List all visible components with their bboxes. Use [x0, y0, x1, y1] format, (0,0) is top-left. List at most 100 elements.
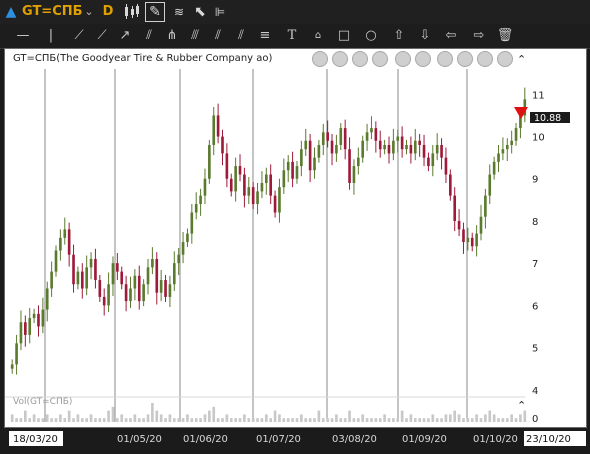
volume-bar — [435, 418, 439, 422]
cursor-line-icon[interactable]: — — [14, 27, 32, 45]
candle-body — [348, 149, 351, 183]
pitchfork-icon[interactable]: ⋔ — [163, 27, 181, 45]
chevron-down-icon[interactable]: ⌄ — [82, 0, 96, 24]
zoom-in-icon[interactable] — [395, 51, 411, 67]
volume-bar — [247, 418, 251, 422]
volume-bar — [269, 418, 273, 422]
volume-bar — [155, 410, 159, 422]
candlestick-icon[interactable] — [122, 0, 142, 24]
candle-body — [427, 157, 430, 167]
candle-body — [497, 153, 500, 162]
zoom-fit-icon[interactable] — [437, 51, 453, 67]
candle-body — [256, 191, 259, 205]
indicator-icon[interactable]: ≋ — [169, 0, 189, 24]
volume-bar — [357, 418, 360, 422]
volume-bar — [133, 414, 137, 422]
y-tick-label: 6 — [532, 301, 538, 312]
volume-bar — [221, 418, 224, 422]
arrow-left-icon[interactable]: ⇦ — [442, 27, 460, 45]
triangle-up-icon[interactable]: ▲ — [4, 0, 18, 24]
volume-bar — [488, 410, 492, 422]
volume-bar — [98, 418, 102, 422]
ray-icon[interactable]: ⟋ — [93, 27, 111, 45]
volume-bar — [431, 414, 435, 422]
channel-icon[interactable]: ⫽ — [232, 27, 250, 45]
trend-line-icon[interactable]: ⟋ — [70, 27, 88, 45]
settings-icon[interactable]: ⊫ — [211, 0, 229, 24]
y-tick-label: 9 — [532, 175, 538, 186]
cursor-icon[interactable]: ⬉ — [192, 0, 208, 24]
candle-body — [492, 161, 496, 175]
volume-bar — [440, 418, 443, 422]
gann-fan-icon[interactable]: ⫻ — [186, 27, 204, 45]
volume-bar — [190, 418, 194, 422]
volume-collapse-icon[interactable]: ⌃ — [517, 399, 526, 412]
candle-body — [164, 280, 167, 297]
arrow-line-icon[interactable]: ↗ — [116, 27, 134, 45]
vertical-line-icon[interactable]: | — [42, 27, 60, 45]
symbol-selector[interactable]: GT=СПБ — [22, 0, 83, 24]
candle-body — [444, 157, 448, 175]
y-tick-label: 5 — [532, 344, 538, 355]
step-forward-icon[interactable] — [352, 51, 368, 67]
volume-bar — [63, 418, 67, 422]
date-axis: 18/03/20 01/05/20 01/06/20 01/07/20 03/08/20… — [0, 428, 590, 450]
candle-body — [85, 267, 88, 289]
volume-bar — [304, 418, 308, 422]
volume-bar — [212, 406, 216, 422]
price-chart[interactable]: 4 5 6 7 8 9 10 11 0 GT=СПБ(The Goodyear Tire & R… — [5, 49, 588, 429]
candle-body — [326, 132, 329, 141]
candle-body — [216, 115, 220, 137]
candle-body — [282, 170, 286, 188]
volume-bar — [519, 414, 522, 422]
step-back-icon[interactable] — [332, 51, 348, 67]
volume-bar — [24, 410, 27, 422]
channel-icon[interactable]: ⫽ — [140, 27, 158, 45]
rewind-fast-icon[interactable] — [312, 51, 328, 67]
rectangle-icon[interactable]: □ — [335, 27, 353, 45]
candle-body — [155, 258, 159, 293]
arrow-right-icon[interactable]: ⇨ — [470, 27, 488, 45]
candle-body — [67, 229, 71, 255]
candle-body — [168, 284, 172, 297]
arrow-down-icon[interactable]: ⇩ — [416, 27, 434, 45]
pencil-icon[interactable]: ✎ — [145, 2, 165, 22]
candle-body — [107, 284, 110, 306]
arrow-up-icon[interactable]: ⇧ — [390, 27, 408, 45]
period-selector[interactable]: D — [100, 0, 116, 24]
candle-body — [120, 271, 124, 285]
expand-icon[interactable] — [477, 51, 493, 67]
forward-fast-icon[interactable] — [372, 51, 388, 67]
zoom-out-icon[interactable] — [415, 51, 431, 67]
ellipse-icon[interactable]: ○ — [362, 27, 380, 45]
volume-bar — [378, 418, 382, 422]
go-end-icon[interactable] — [497, 51, 513, 67]
volume-bar — [199, 418, 202, 422]
collapse-up-icon[interactable]: ⌃ — [517, 53, 526, 66]
candle-body — [462, 229, 465, 243]
candle-body — [146, 267, 150, 285]
volume-bar — [225, 414, 229, 422]
volume-bar — [501, 418, 505, 422]
candle-body — [286, 161, 290, 171]
fibonacci-icon[interactable]: ≡ — [256, 27, 274, 45]
candle-body — [374, 128, 378, 141]
candle-body — [190, 212, 194, 234]
volume-bar — [89, 414, 93, 422]
text-icon[interactable]: T — [283, 27, 301, 45]
y-tick-label: 8 — [532, 217, 538, 228]
volume-bar — [107, 410, 110, 422]
candle-body — [361, 140, 365, 158]
chart-panel[interactable]: 4 5 6 7 8 9 10 11 0 GT=СПБ(The Goodyear Tire & R… — [4, 48, 587, 428]
fibonacci-icon[interactable]: ⫽ — [209, 27, 227, 45]
candle-body — [89, 258, 93, 268]
price-label-icon[interactable]: ⌂ — [309, 27, 327, 45]
volume-bar — [181, 418, 185, 422]
candle-body — [129, 288, 132, 302]
compress-icon[interactable] — [457, 51, 473, 67]
volume-bar — [300, 414, 303, 422]
candle-body — [365, 132, 369, 141]
volume-bar — [137, 418, 141, 422]
volume-bar — [194, 418, 198, 422]
trash-icon[interactable]: 🗑 — [496, 27, 514, 45]
